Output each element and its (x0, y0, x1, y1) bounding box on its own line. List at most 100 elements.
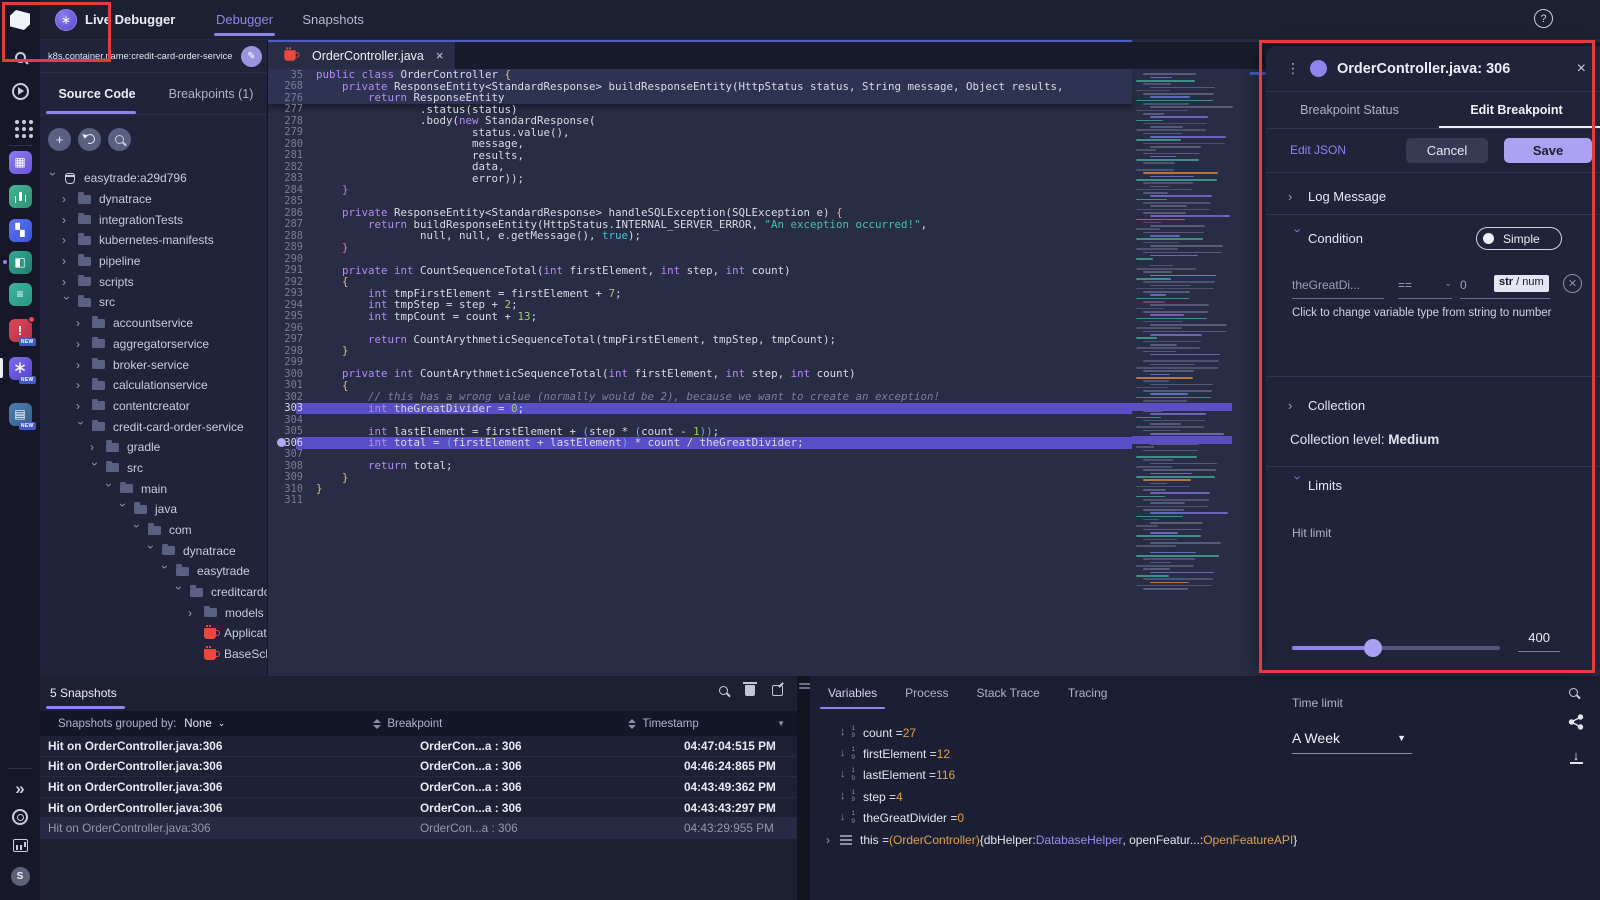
search-files-button[interactable] (108, 128, 131, 151)
code-line-310[interactable]: 310} (268, 483, 1132, 495)
tree-item-basescheduler-ja[interactable]: BaseScheduler.ja (40, 644, 268, 665)
hit-limit-value-input[interactable]: 400 (1518, 630, 1560, 652)
app-smartscape-icon[interactable]: ◧ (0, 248, 40, 276)
filter-caret-icon[interactable]: ▼ (777, 719, 785, 728)
share-icon[interactable] (1568, 714, 1584, 730)
code-line-291[interactable]: 291 private int CountSequenceTotal(int f… (268, 265, 1132, 277)
variable-row-theGreatDivider[interactable]: 19theGreatDivider = 0 (826, 808, 1297, 829)
tree-chevron-icon[interactable]: › (62, 213, 72, 227)
cancel-button[interactable]: Cancel (1406, 138, 1488, 163)
tree-chevron-icon[interactable]: › (62, 233, 72, 247)
inspector-tab-process[interactable]: Process (905, 686, 948, 700)
code-line-300[interactable]: 300 private int CountArythmeticSequenceT… (268, 368, 1132, 380)
scope-filter[interactable]: k8s.container.name:credit-card-order-ser… (40, 40, 268, 73)
app-extensions-icon[interactable]: ▚ (0, 216, 40, 244)
source-tab-breakpoints[interactable]: Breakpoints (1) (154, 73, 268, 114)
limits-header[interactable]: › Limits (1266, 478, 1600, 493)
tree-chevron-icon[interactable]: › (76, 337, 86, 351)
tree-item-easytrade-a29d796[interactable]: ›easytrade:a29d796 (40, 168, 268, 189)
slider-thumb[interactable] (1364, 639, 1382, 657)
close-panel-icon[interactable]: × (1577, 60, 1586, 78)
remove-condition-icon[interactable]: ✕ (1563, 274, 1582, 293)
tree-chevron-icon[interactable]: › (74, 421, 88, 431)
app-automations-icon[interactable]: ▦ (0, 148, 40, 176)
tree-item-contentcreator[interactable]: ›contentcreator (40, 396, 268, 417)
search-variables-icon[interactable] (1569, 688, 1578, 697)
variable-row-count[interactable]: 19count = 27 (826, 722, 1297, 743)
inspector-tab-stack-trace[interactable]: Stack Trace (977, 686, 1040, 700)
code-line-288[interactable]: 288 null, null, e.getMessage(), true); (268, 230, 1132, 242)
tree-item-dynatrace[interactable]: ›dynatrace (40, 540, 268, 561)
code-line-298[interactable]: 298 } (268, 345, 1132, 357)
top-tab-snapshots[interactable]: Snapshots (302, 12, 363, 27)
tree-item-application-java[interactable]: Application.java (40, 623, 268, 644)
code-line-311[interactable]: 311 (268, 495, 1132, 507)
tree-chevron-icon[interactable]: › (62, 275, 72, 289)
tree-item-calculationservice[interactable]: ›calculationservice (40, 375, 268, 396)
source-tab-source[interactable]: Source Code (40, 73, 154, 114)
variable-row-step[interactable]: 19step = 4 (826, 786, 1297, 807)
code-line-308[interactable]: 308 return total; (268, 460, 1132, 472)
collapse-rail-icon[interactable]: » (0, 775, 40, 803)
top-tab-debugger[interactable]: Debugger (216, 12, 273, 27)
tree-chevron-icon[interactable]: › (102, 483, 116, 493)
tree-chevron-icon[interactable]: › (158, 565, 172, 575)
tree-item-models[interactable]: ›models (40, 602, 268, 623)
tree-chevron-icon[interactable]: › (46, 172, 60, 182)
code-minimap[interactable] (1132, 70, 1232, 620)
code-line-284[interactable]: 284 } (268, 184, 1132, 196)
tree-item-creditcardorderserv[interactable]: ›creditcardorderserv (40, 582, 268, 603)
save-button[interactable]: Save (1504, 138, 1592, 163)
file-tab[interactable]: OrderController.java × (268, 42, 455, 69)
tree-item-src[interactable]: ›src (40, 458, 268, 479)
snapshot-row[interactable]: Hit on OrderController.java:306OrderCon.… (40, 818, 797, 839)
grouped-by-select[interactable]: None (184, 718, 212, 730)
close-tab-icon[interactable]: × (436, 48, 444, 63)
tree-chevron-icon[interactable]: › (76, 399, 86, 413)
user-avatar[interactable]: S (0, 862, 40, 890)
edit-json-link[interactable]: Edit JSON (1290, 143, 1406, 157)
search-snapshots-icon[interactable] (719, 686, 728, 695)
sort-icon[interactable] (373, 719, 381, 729)
app-clouds-icon[interactable]: ≡ (0, 280, 40, 308)
condition-header[interactable]: › Condition Simple (1266, 231, 1600, 246)
tree-chevron-icon[interactable]: › (90, 440, 100, 454)
edit-filter-icon[interactable]: ✎ (241, 46, 262, 67)
tree-chevron-icon[interactable]: › (130, 524, 144, 534)
expand-chevron-icon[interactable]: › (826, 833, 840, 847)
search-icon[interactable] (0, 43, 40, 71)
support-icon[interactable] (0, 803, 40, 831)
tree-chevron-icon[interactable]: › (116, 503, 130, 513)
col-timestamp[interactable]: Timestamp (642, 718, 698, 730)
open-in-new-icon[interactable] (772, 685, 783, 696)
usage-icon[interactable] (0, 831, 40, 859)
code-line-306[interactable]: 306 int total = (firstElement + lastElem… (268, 437, 1132, 449)
tree-chevron-icon[interactable]: › (172, 586, 186, 596)
col-breakpoint[interactable]: Breakpoint (387, 718, 442, 730)
sort-icon[interactable] (628, 719, 636, 729)
add-breakpoint-button[interactable]: + (48, 128, 71, 151)
help-icon[interactable]: ? (1534, 9, 1553, 28)
refresh-button[interactable] (78, 128, 101, 151)
hit-limit-slider[interactable] (1292, 646, 1500, 650)
snapshot-row[interactable]: Hit on OrderController.java:306OrderCon.… (40, 757, 797, 778)
tree-chevron-icon[interactable]: › (76, 358, 86, 372)
variable-row-firstElement[interactable]: 19firstElement = 12 (826, 743, 1297, 764)
variable-row-lastElement[interactable]: 19lastElement = 116 (826, 765, 1297, 786)
code-line-283[interactable]: 283 error)); (268, 173, 1132, 185)
tree-item-aggregatorservice[interactable]: ›aggregatorservice (40, 334, 268, 355)
variable-row-this[interactable]: ›this = (OrderController) {dbHelper: Dat… (826, 829, 1297, 850)
tree-item-gradle[interactable]: ›gradle (40, 437, 268, 458)
tree-chevron-icon[interactable]: › (88, 462, 102, 472)
snapshot-row[interactable]: Hit on OrderController.java:306OrderCon.… (40, 736, 797, 757)
tree-item-easytrade[interactable]: ›easytrade (40, 561, 268, 582)
code-line-309[interactable]: 309 } (268, 472, 1132, 484)
tree-item-kubernetes-manifests[interactable]: ›kubernetes-manifests (40, 230, 268, 251)
app-problems-icon[interactable]: !NEW (0, 316, 40, 344)
app-analytics-icon[interactable] (0, 182, 40, 210)
code-lines[interactable]: 35public class OrderController {268 priv… (268, 69, 1132, 506)
tree-item-java[interactable]: ›java (40, 499, 268, 520)
delete-snapshots-icon[interactable] (745, 685, 755, 696)
time-limit-select[interactable]: A Week▼ (1292, 730, 1412, 754)
apps-grid-icon[interactable] (0, 111, 40, 139)
